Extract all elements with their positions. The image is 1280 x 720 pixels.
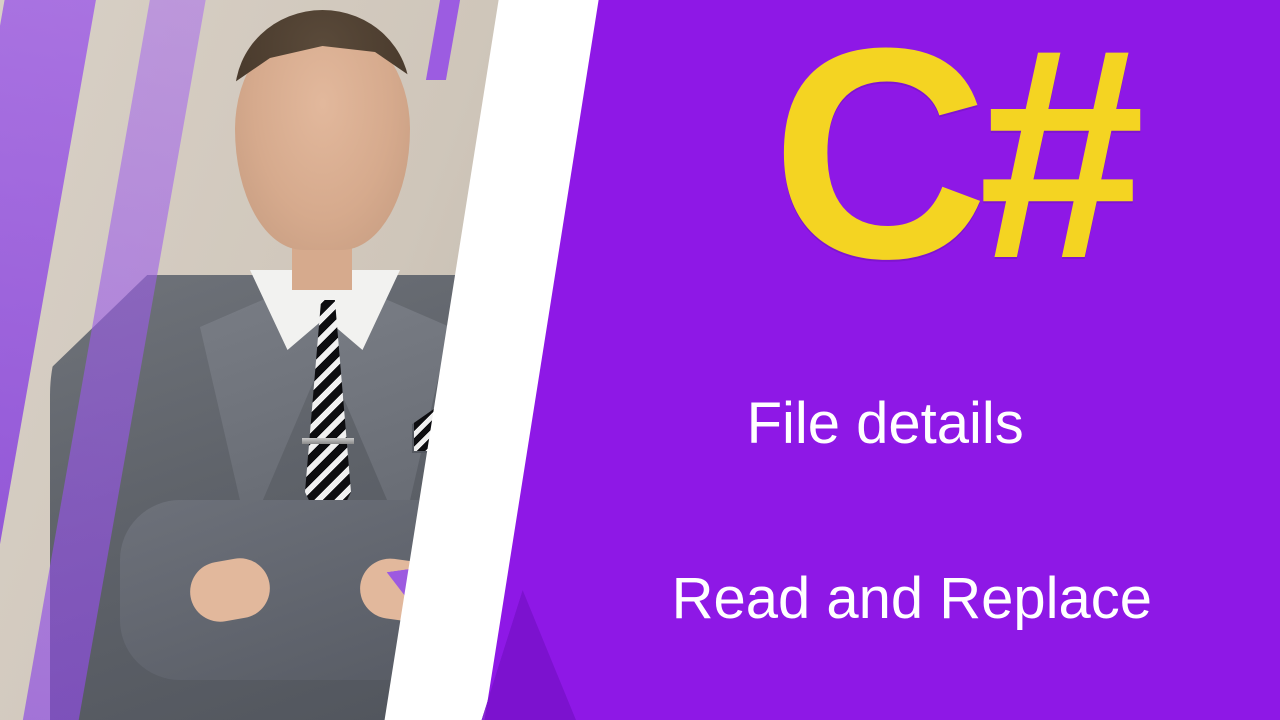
topic-line-2: Read and Replace	[672, 565, 1152, 632]
topic-line-1: File details	[747, 390, 1024, 457]
language-title: C#	[772, 0, 1136, 326]
title-panel: C# File details Read and Replace	[475, 0, 1280, 720]
